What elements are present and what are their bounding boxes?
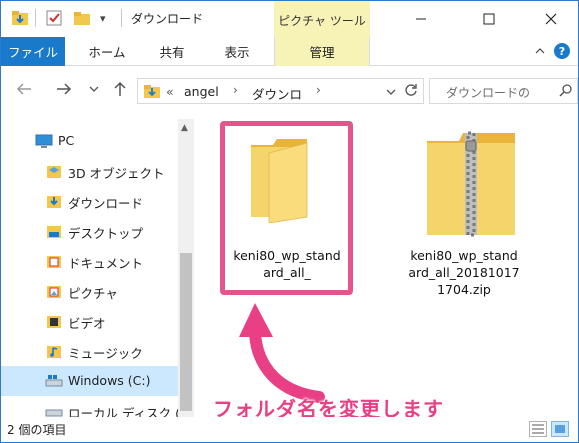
context-tab-header: ピクチャ ツール	[274, 1, 370, 37]
breadcrumb-overflow[interactable]: «	[166, 84, 174, 99]
close-button[interactable]	[528, 1, 574, 37]
forward-button[interactable]	[53, 79, 75, 99]
breadcrumb-downloads[interactable]: ダウンロ	[252, 84, 302, 103]
music-icon	[45, 343, 63, 359]
rename-highlight-box	[220, 121, 353, 295]
explorer-window: ▾ ダウンロード ピクチャ ツール ファイル ホーム 共有 表示 管理 ? « …	[0, 0, 579, 443]
documents-icon	[45, 253, 63, 269]
ribbon-tabs: ファイル ホーム 共有 表示 管理 ?	[1, 37, 578, 66]
search-box[interactable]: ダウンロードの	[429, 78, 578, 104]
nav-item-pc[interactable]: PC	[1, 126, 178, 156]
nav-item-videos[interactable]: ビデオ	[1, 306, 178, 336]
breadcrumb-chevron-icon[interactable]: ›	[316, 83, 321, 97]
nav-item-drive-c[interactable]: Windows (C:)	[1, 366, 178, 396]
back-button[interactable]	[13, 79, 35, 99]
file-name-zip[interactable]: keni80_wp_stand ard_all_20181017 1704.zi…	[401, 247, 527, 298]
desktop-icon	[45, 223, 63, 239]
nav-item-3d-objects[interactable]: 3D オブジェクト	[1, 156, 178, 186]
nav-scrollbar[interactable]: ▲	[178, 119, 194, 417]
app-icon[interactable]	[11, 7, 29, 29]
window-title: ダウンロード	[131, 12, 204, 26]
title-bar: ▾ ダウンロード ピクチャ ツール	[1, 1, 578, 37]
quick-access-dropdown[interactable]: ▾	[100, 7, 106, 29]
minimize-button[interactable]	[398, 1, 444, 37]
downloads-icon	[144, 83, 160, 102]
properties-icon[interactable]	[45, 7, 63, 29]
pc-icon	[35, 133, 53, 149]
tab-home[interactable]: ホーム	[75, 37, 139, 66]
up-button[interactable]	[111, 79, 129, 99]
nav-item-desktop[interactable]: デスクトップ	[1, 216, 178, 246]
recent-locations-icon[interactable]	[87, 79, 101, 99]
new-folder-icon[interactable]	[73, 7, 91, 29]
zip-folder-icon[interactable]	[425, 127, 517, 240]
maximize-button[interactable]	[466, 1, 512, 37]
search-placeholder: ダウンロードの	[446, 86, 531, 100]
search-icon[interactable]	[559, 84, 572, 100]
nav-item-documents[interactable]: ドキュメント	[1, 246, 178, 276]
navigation-pane: PC 3D オブジェクト ダウンロード デスクトップ ドキュメント ピクチャ ビ…	[1, 119, 194, 417]
refresh-icon[interactable]	[404, 83, 418, 100]
address-dropdown-icon[interactable]	[386, 85, 396, 99]
tab-share[interactable]: 共有	[143, 37, 201, 66]
details-view-icon[interactable]	[529, 421, 547, 437]
nav-item-music[interactable]: ミュージック	[1, 336, 178, 366]
large-icons-view-icon[interactable]	[551, 421, 569, 437]
downloads-icon	[45, 193, 63, 209]
breadcrumb-chevron-icon[interactable]: ›	[233, 83, 238, 97]
tab-file[interactable]: ファイル	[1, 37, 65, 66]
pictures-icon	[45, 283, 63, 299]
help-button[interactable]: ?	[554, 43, 570, 59]
address-toolbar: « angel › ダウンロ › ダウンロードの	[1, 66, 578, 111]
scroll-up-icon[interactable]: ▲	[181, 123, 188, 133]
breadcrumb-angel[interactable]: angel	[184, 84, 219, 99]
drive-d-icon	[45, 403, 63, 417]
status-bar: 2 個の項目	[1, 417, 578, 442]
nav-item-pictures[interactable]: ピクチャ	[1, 276, 178, 306]
3d-objects-icon	[45, 163, 63, 179]
tab-manage[interactable]: 管理	[274, 37, 370, 66]
address-bar[interactable]: « angel › ダウンロ ›	[137, 78, 424, 104]
drive-c-icon	[45, 373, 63, 389]
ribbon-expand-icon[interactable]	[534, 45, 546, 60]
scrollbar-thumb[interactable]	[180, 253, 192, 411]
nav-item-downloads[interactable]: ダウンロード	[1, 186, 178, 216]
tab-view[interactable]: 表示	[207, 37, 267, 66]
videos-icon	[45, 313, 63, 329]
item-count: 2 個の項目	[7, 423, 67, 437]
nav-item-drive-d[interactable]: ローカル ディスク (D	[1, 396, 190, 417]
